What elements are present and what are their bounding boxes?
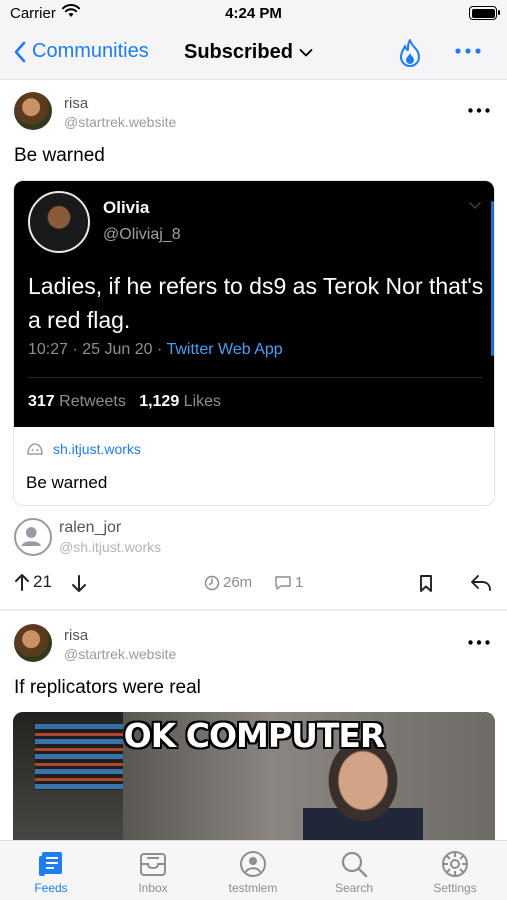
tab-label: Search	[334, 881, 374, 895]
status-time: 4:24 PM	[225, 5, 282, 22]
chevron-left-icon	[14, 41, 26, 62]
post-more-icon[interactable]	[468, 640, 490, 645]
author-avatar[interactable]	[14, 624, 52, 662]
tab-bar: Feeds Inbox testmlem Search Settings	[0, 840, 507, 900]
chevron-down-icon	[299, 48, 313, 56]
profile-icon	[240, 851, 266, 877]
inbox-icon	[140, 853, 166, 876]
battery-icon	[469, 6, 500, 20]
back-button-label: Communities	[32, 40, 149, 62]
author-name[interactable]: risa	[64, 627, 88, 644]
tab-label: testmlem	[228, 881, 278, 895]
status-bar: Carrier 4:24 PM	[0, 0, 507, 28]
image-caption: OK COMPUTER	[123, 716, 386, 755]
sort-hot-icon[interactable]	[397, 38, 423, 68]
search-icon	[341, 851, 368, 878]
feeds-icon	[39, 852, 62, 876]
image-figure	[303, 742, 423, 840]
tab-settings[interactable]: Settings	[415, 847, 495, 895]
page-title: Subscribed	[184, 41, 293, 63]
more-menu-icon[interactable]	[455, 48, 481, 54]
tab-search[interactable]: Search	[314, 847, 394, 895]
post-card[interactable]: risa @startrek.website If replicators we…	[0, 80, 507, 840]
tab-label: Settings	[433, 881, 477, 895]
tab-label: Inbox	[138, 881, 168, 895]
post-feed[interactable]: risa @startrek.website Be warned Olivia …	[0, 80, 507, 840]
back-button[interactable]: Communities	[14, 40, 149, 63]
navigation-bar: Communities Subscribed	[0, 28, 507, 80]
settings-icon	[442, 851, 468, 877]
post-image[interactable]: OK COMPUTER	[13, 712, 495, 840]
author-instance: @startrek.website	[64, 646, 177, 662]
tab-feeds[interactable]: Feeds	[11, 847, 91, 895]
tab-profile[interactable]: testmlem	[213, 847, 293, 895]
feed-selector[interactable]: Subscribed	[184, 41, 313, 64]
tab-label: Feeds	[34, 881, 68, 895]
post-title[interactable]: If replicators were real	[14, 677, 201, 699]
tab-inbox[interactable]: Inbox	[113, 847, 193, 895]
